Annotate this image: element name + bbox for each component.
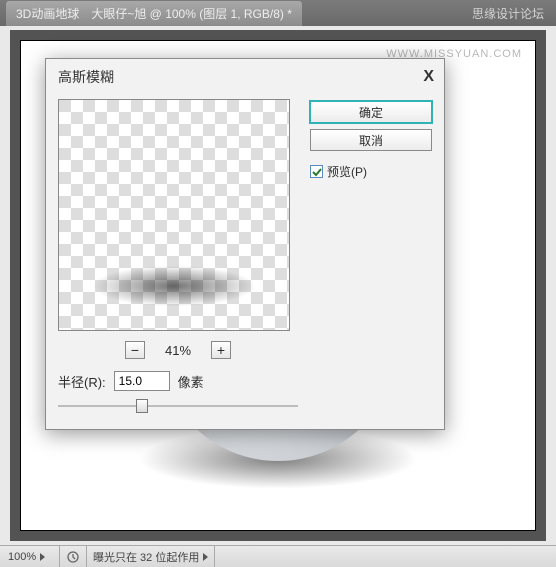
radius-slider[interactable]: [58, 395, 298, 417]
slider-thumb[interactable]: [136, 399, 148, 413]
cancel-button[interactable]: 取消: [310, 129, 432, 151]
document-tab[interactable]: 3D动画地球 大眼仔~旭 @ 100% (图层 1, RGB/8) *: [6, 1, 302, 26]
status-bar: 100% 曝光只在 32 位起作用: [0, 545, 556, 567]
document-tab-bar: 3D动画地球 大眼仔~旭 @ 100% (图层 1, RGB/8) * 思缘设计…: [0, 0, 556, 26]
preview-checkbox-row[interactable]: 预览(P): [310, 163, 432, 180]
preview-shadow: [94, 266, 254, 306]
close-icon[interactable]: X: [423, 68, 434, 86]
ok-button[interactable]: 确定: [310, 101, 432, 123]
dialog-title: 高斯模糊: [58, 67, 114, 87]
zoom-level: 41%: [165, 343, 191, 358]
gaussian-blur-dialog: 高斯模糊 X − 41% + 半径(R): 像素 确定 取消: [45, 58, 445, 430]
preview-checkbox-label: 预览(P): [327, 163, 367, 180]
status-icon[interactable]: [64, 548, 82, 566]
chevron-right-icon[interactable]: [40, 553, 45, 561]
radius-unit: 像素: [178, 372, 204, 391]
preview-checkbox[interactable]: [310, 165, 323, 178]
zoom-in-button[interactable]: +: [211, 341, 231, 359]
brand-text: 思缘设计论坛: [466, 5, 550, 22]
zoom-field[interactable]: 100%: [0, 546, 60, 567]
chevron-right-icon[interactable]: [203, 553, 208, 561]
check-icon: [312, 167, 322, 177]
preview-area[interactable]: [58, 99, 290, 331]
radius-label: 半径(R):: [58, 372, 106, 391]
slider-track: [58, 405, 298, 407]
radius-input[interactable]: [114, 371, 170, 391]
zoom-out-button[interactable]: −: [125, 341, 145, 359]
status-message: 曝光只在 32 位起作用: [86, 546, 215, 567]
